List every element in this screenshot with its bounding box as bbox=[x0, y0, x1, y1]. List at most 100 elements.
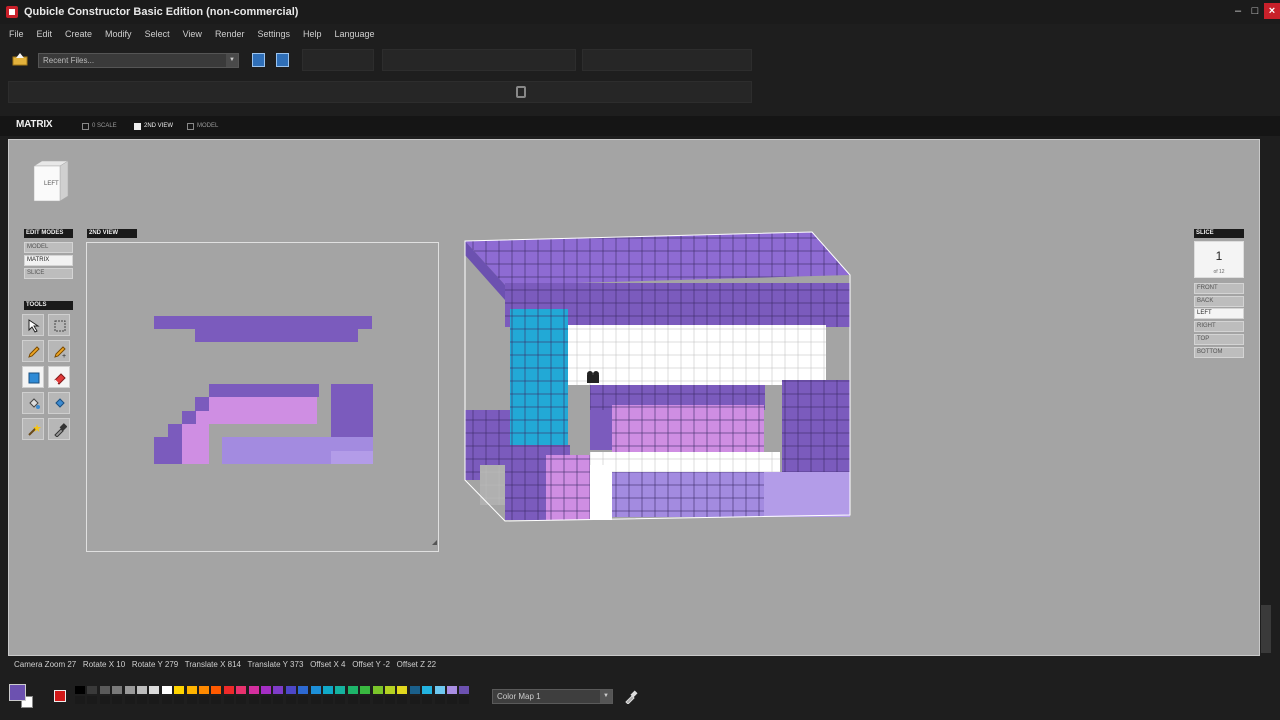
palette-swatch[interactable] bbox=[384, 685, 396, 695]
palette-swatch[interactable] bbox=[198, 685, 210, 695]
palette-swatch[interactable] bbox=[408, 685, 421, 695]
palette-swatch[interactable] bbox=[173, 685, 186, 695]
palette-swatch[interactable] bbox=[136, 695, 148, 705]
color-picker-icon[interactable] bbox=[624, 690, 638, 704]
close-icon[interactable]: × bbox=[1264, 3, 1280, 19]
open-file-icon[interactable] bbox=[12, 52, 28, 66]
palette-swatch[interactable] bbox=[260, 685, 272, 695]
palette-swatch[interactable] bbox=[322, 685, 334, 695]
palette-swatch[interactable] bbox=[446, 695, 458, 705]
palette-swatch[interactable] bbox=[371, 695, 384, 705]
palette-swatch[interactable] bbox=[148, 685, 161, 695]
recent-files-dropdown[interactable]: Recent Files... ▼ bbox=[38, 53, 239, 68]
palette-swatch[interactable] bbox=[247, 695, 260, 705]
menu-create[interactable]: Create bbox=[65, 26, 92, 42]
menu-edit[interactable]: Edit bbox=[37, 26, 53, 42]
menu-modify[interactable]: Modify bbox=[105, 26, 132, 42]
palette-swatch[interactable] bbox=[98, 695, 111, 705]
palette-swatch[interactable] bbox=[446, 685, 458, 695]
slice-right-button[interactable]: RIGHT bbox=[1194, 321, 1244, 332]
palette-swatch[interactable] bbox=[173, 695, 186, 705]
palette-swatch[interactable] bbox=[284, 685, 297, 695]
menu-view[interactable]: View bbox=[183, 26, 202, 42]
palette-swatch[interactable] bbox=[297, 685, 310, 695]
minimize-icon[interactable]: – bbox=[1230, 3, 1246, 19]
palette-swatch[interactable] bbox=[160, 695, 173, 705]
move-tool-button[interactable] bbox=[22, 314, 44, 336]
palette-swatch[interactable] bbox=[433, 695, 446, 705]
palette-swatch[interactable] bbox=[396, 695, 409, 705]
palette-swatch[interactable] bbox=[260, 695, 272, 705]
palette-swatch[interactable] bbox=[160, 685, 173, 695]
palette-swatch[interactable] bbox=[359, 685, 372, 695]
palette-swatch[interactable] bbox=[222, 685, 235, 695]
palette-swatch[interactable] bbox=[235, 695, 248, 705]
menu-select[interactable]: Select bbox=[145, 26, 170, 42]
palette-swatch[interactable] bbox=[272, 685, 285, 695]
palette-swatch[interactable] bbox=[421, 685, 434, 695]
settings-icon[interactable] bbox=[516, 86, 526, 98]
fill-tool-button[interactable] bbox=[22, 392, 44, 414]
color-map-dropdown[interactable]: Color Map 1 ▼ bbox=[492, 689, 613, 704]
toggle-2nd-view[interactable]: 2ND VIEW bbox=[134, 121, 173, 131]
palette-swatch[interactable] bbox=[309, 685, 322, 695]
palette-swatch[interactable] bbox=[334, 685, 347, 695]
palette-swatch[interactable] bbox=[322, 695, 334, 705]
palette-swatch[interactable] bbox=[98, 685, 111, 695]
palette-swatch[interactable] bbox=[210, 695, 223, 705]
palette-swatch[interactable] bbox=[235, 685, 248, 695]
primary-color-swatch[interactable] bbox=[9, 684, 26, 701]
select-tool-button[interactable] bbox=[48, 314, 70, 336]
palette-swatch[interactable] bbox=[123, 685, 136, 695]
fill-color-tool-button[interactable] bbox=[48, 392, 70, 414]
palette-swatch[interactable] bbox=[86, 685, 99, 695]
palette-swatch[interactable] bbox=[346, 685, 359, 695]
palette-swatch[interactable] bbox=[111, 685, 124, 695]
palette-swatch[interactable] bbox=[74, 695, 86, 705]
second-view-panel[interactable] bbox=[86, 242, 439, 552]
mode-slice-button[interactable]: SLICE bbox=[24, 268, 73, 279]
palette-swatch[interactable] bbox=[86, 695, 99, 705]
palette-swatch[interactable] bbox=[458, 695, 471, 705]
palette-swatch[interactable] bbox=[408, 695, 421, 705]
palette-swatch[interactable] bbox=[247, 685, 260, 695]
palette-swatch[interactable] bbox=[284, 695, 297, 705]
palette-swatch[interactable] bbox=[185, 695, 198, 705]
palette-swatch[interactable] bbox=[136, 685, 148, 695]
palette-swatch[interactable] bbox=[123, 695, 136, 705]
palette-swatch[interactable] bbox=[309, 695, 322, 705]
toggle-model[interactable]: MODEL bbox=[187, 121, 218, 131]
palette-swatch[interactable] bbox=[433, 685, 446, 695]
menu-file[interactable]: File bbox=[9, 26, 24, 42]
slice-bottom-button[interactable]: BOTTOM bbox=[1194, 347, 1244, 358]
magic-wand-tool-button[interactable] bbox=[22, 418, 44, 440]
slice-front-button[interactable]: FRONT bbox=[1194, 283, 1244, 294]
palette-swatch[interactable] bbox=[210, 685, 223, 695]
palette-swatch[interactable] bbox=[74, 685, 86, 695]
mode-model-button[interactable]: MODEL bbox=[24, 242, 73, 253]
slice-left-button[interactable]: LEFT bbox=[1194, 308, 1244, 319]
palette-swatch[interactable] bbox=[458, 685, 471, 695]
slice-back-button[interactable]: BACK bbox=[1194, 296, 1244, 307]
paint-tool-button[interactable]: + bbox=[48, 340, 70, 362]
viewport-scrollbar[interactable] bbox=[1261, 605, 1271, 653]
menu-language[interactable]: Language bbox=[335, 26, 375, 42]
toggle-0-scale[interactable]: 0 SCALE bbox=[82, 121, 117, 131]
menu-help[interactable]: Help bbox=[303, 26, 322, 42]
menu-render[interactable]: Render bbox=[215, 26, 245, 42]
eyedropper-tool-button[interactable] bbox=[48, 418, 70, 440]
voxel-model-3d[interactable] bbox=[460, 225, 856, 527]
palette-swatch[interactable] bbox=[384, 695, 396, 705]
slice-number-field[interactable]: 1 of 12 bbox=[1194, 241, 1244, 278]
palette-swatch[interactable] bbox=[111, 695, 124, 705]
palette-swatch[interactable] bbox=[222, 695, 235, 705]
save-icon[interactable] bbox=[252, 53, 265, 67]
palette-swatch[interactable] bbox=[346, 695, 359, 705]
mode-matrix-button[interactable]: MATRIX bbox=[24, 255, 73, 266]
palette-swatch[interactable] bbox=[371, 685, 384, 695]
save-as-icon[interactable] bbox=[276, 53, 289, 67]
red-color-swatch[interactable] bbox=[54, 690, 66, 702]
pencil-tool-button[interactable] bbox=[22, 340, 44, 362]
box-tool-button[interactable] bbox=[22, 366, 44, 388]
eraser-tool-button[interactable] bbox=[48, 366, 70, 388]
